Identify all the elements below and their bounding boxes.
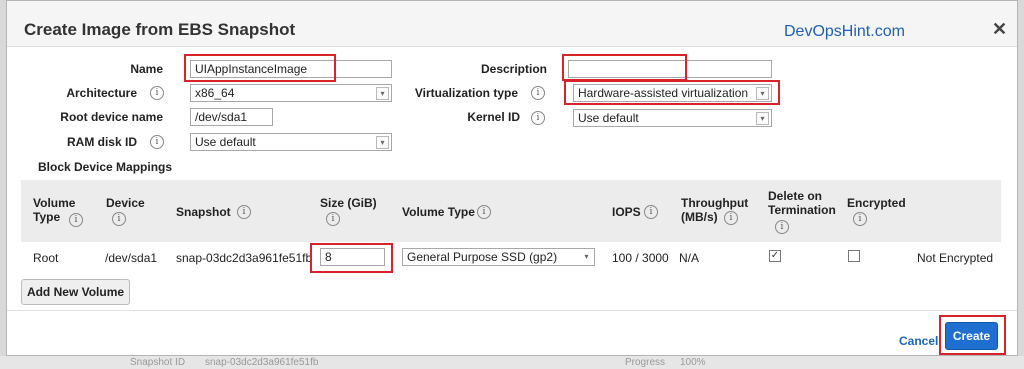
col-delete-line2: Termination xyxy=(768,203,836,217)
architecture-select[interactable]: x86_64 ▾ xyxy=(190,84,392,102)
col-volume-type-line2: Type xyxy=(33,210,61,224)
kernel-label: Kernel ID xyxy=(467,110,520,124)
col-volume-type-main: Volume Type xyxy=(402,205,475,219)
cancel-button[interactable]: Cancel xyxy=(899,334,938,348)
name-label: Name xyxy=(130,62,163,76)
virtualization-highlight-box xyxy=(564,80,780,105)
col-size: Size (GiB) xyxy=(320,196,377,210)
chevron-down-icon: ▾ xyxy=(376,136,389,149)
row-iops: 100 / 3000 xyxy=(612,251,669,265)
bg-snapshot-id-label: Snapshot ID xyxy=(130,357,186,368)
ramdisk-select[interactable]: Use default ▾ xyxy=(190,133,392,151)
chevron-down-icon: ▾ xyxy=(584,252,589,261)
size-info-icon[interactable]: i xyxy=(326,212,340,226)
encrypted-info-icon[interactable]: i xyxy=(853,212,867,226)
description-highlight-box xyxy=(562,54,687,81)
row-encryption-status: Not Encrypted xyxy=(917,251,994,265)
col-delete-line1: Delete on xyxy=(768,189,823,203)
col-volume-type-line1: Volume xyxy=(33,196,76,210)
col-throughput-line1: Throughput xyxy=(681,196,749,210)
size-highlight-box xyxy=(310,243,393,273)
kernel-select[interactable]: Use default ▾ xyxy=(573,109,772,127)
watermark: DevOpsHint.com xyxy=(784,23,905,40)
kernel-info-icon[interactable]: i xyxy=(531,111,545,125)
col-device: Device xyxy=(106,196,145,210)
ramdisk-label: RAM disk ID xyxy=(66,135,137,149)
chevron-down-icon: ▾ xyxy=(376,87,389,100)
block-device-mappings-heading: Block Device Mappings xyxy=(38,160,173,174)
col-snapshot: Snapshot xyxy=(176,205,231,219)
footer-divider xyxy=(7,310,1017,311)
kernel-value: Use default xyxy=(578,111,639,125)
architecture-info-icon[interactable]: i xyxy=(150,86,164,100)
delete-info-icon[interactable]: i xyxy=(775,220,789,234)
add-new-volume-button[interactable]: Add New Volume xyxy=(21,279,130,305)
virtualization-info-icon[interactable]: i xyxy=(531,86,545,100)
background-page: Snapshot ID snap-03dc2d3a961fe51fb Progr… xyxy=(0,356,1024,369)
virtualization-label: Virtualization type xyxy=(414,86,518,100)
dialog-title: Create Image from EBS Snapshot xyxy=(24,20,296,39)
col-throughput: Throughput (MB/s) xyxy=(681,196,748,224)
create-highlight-box xyxy=(939,315,1006,355)
col-delete-on-termination: Delete on Termination xyxy=(768,189,836,217)
volume-table-header: Volume Type i Device i Snapshot i Size (… xyxy=(21,180,1001,242)
col-encrypted: Encrypted xyxy=(847,196,906,210)
bg-progress-label: Progress xyxy=(625,357,666,368)
row-throughput: N/A xyxy=(679,251,700,265)
architecture-label: Architecture xyxy=(66,86,137,100)
root-device-label: Root device name xyxy=(60,110,163,124)
snapshot-info-icon[interactable]: i xyxy=(237,205,251,219)
volume-type-value: General Purpose SSD (gp2) xyxy=(407,250,558,264)
chevron-down-icon: ▾ xyxy=(756,112,769,125)
row-volume: Root xyxy=(33,251,59,265)
volume-type-info-icon[interactable]: i xyxy=(69,213,83,227)
root-device-input[interactable]: /dev/sda1 xyxy=(190,108,273,126)
col-throughput-line2: (MB/s) xyxy=(681,210,718,224)
iops-info-icon[interactable]: i xyxy=(644,205,658,219)
row-device: /dev/sda1 xyxy=(105,251,158,265)
dialog-header: Create Image from EBS Snapshot DevOpsHin… xyxy=(7,1,1017,47)
delete-on-termination-checkbox[interactable]: ✓ xyxy=(769,250,781,262)
close-icon[interactable]: ✕ xyxy=(992,19,1007,40)
ramdisk-value: Use default xyxy=(195,135,256,149)
architecture-value: x86_64 xyxy=(195,86,235,100)
description-label: Description xyxy=(480,62,547,76)
bg-snapshot-id-value: snap-03dc2d3a961fe51fb xyxy=(205,357,319,368)
volume-type-select[interactable]: General Purpose SSD (gp2) ▾ xyxy=(402,248,595,266)
encrypted-checkbox[interactable] xyxy=(848,250,860,262)
throughput-info-icon[interactable]: i xyxy=(724,211,738,225)
volume-type-main-info-icon[interactable]: i xyxy=(477,205,491,219)
ramdisk-info-icon[interactable]: i xyxy=(150,135,164,149)
row-snapshot: snap-03dc2d3a961fe51fb xyxy=(176,251,313,265)
device-info-icon[interactable]: i xyxy=(112,212,126,226)
bg-progress-value: 100% xyxy=(680,357,706,368)
create-image-dialog: Create Image from EBS Snapshot DevOpsHin… xyxy=(6,0,1018,356)
name-highlight-box xyxy=(184,54,336,82)
col-iops: IOPS xyxy=(612,205,641,219)
